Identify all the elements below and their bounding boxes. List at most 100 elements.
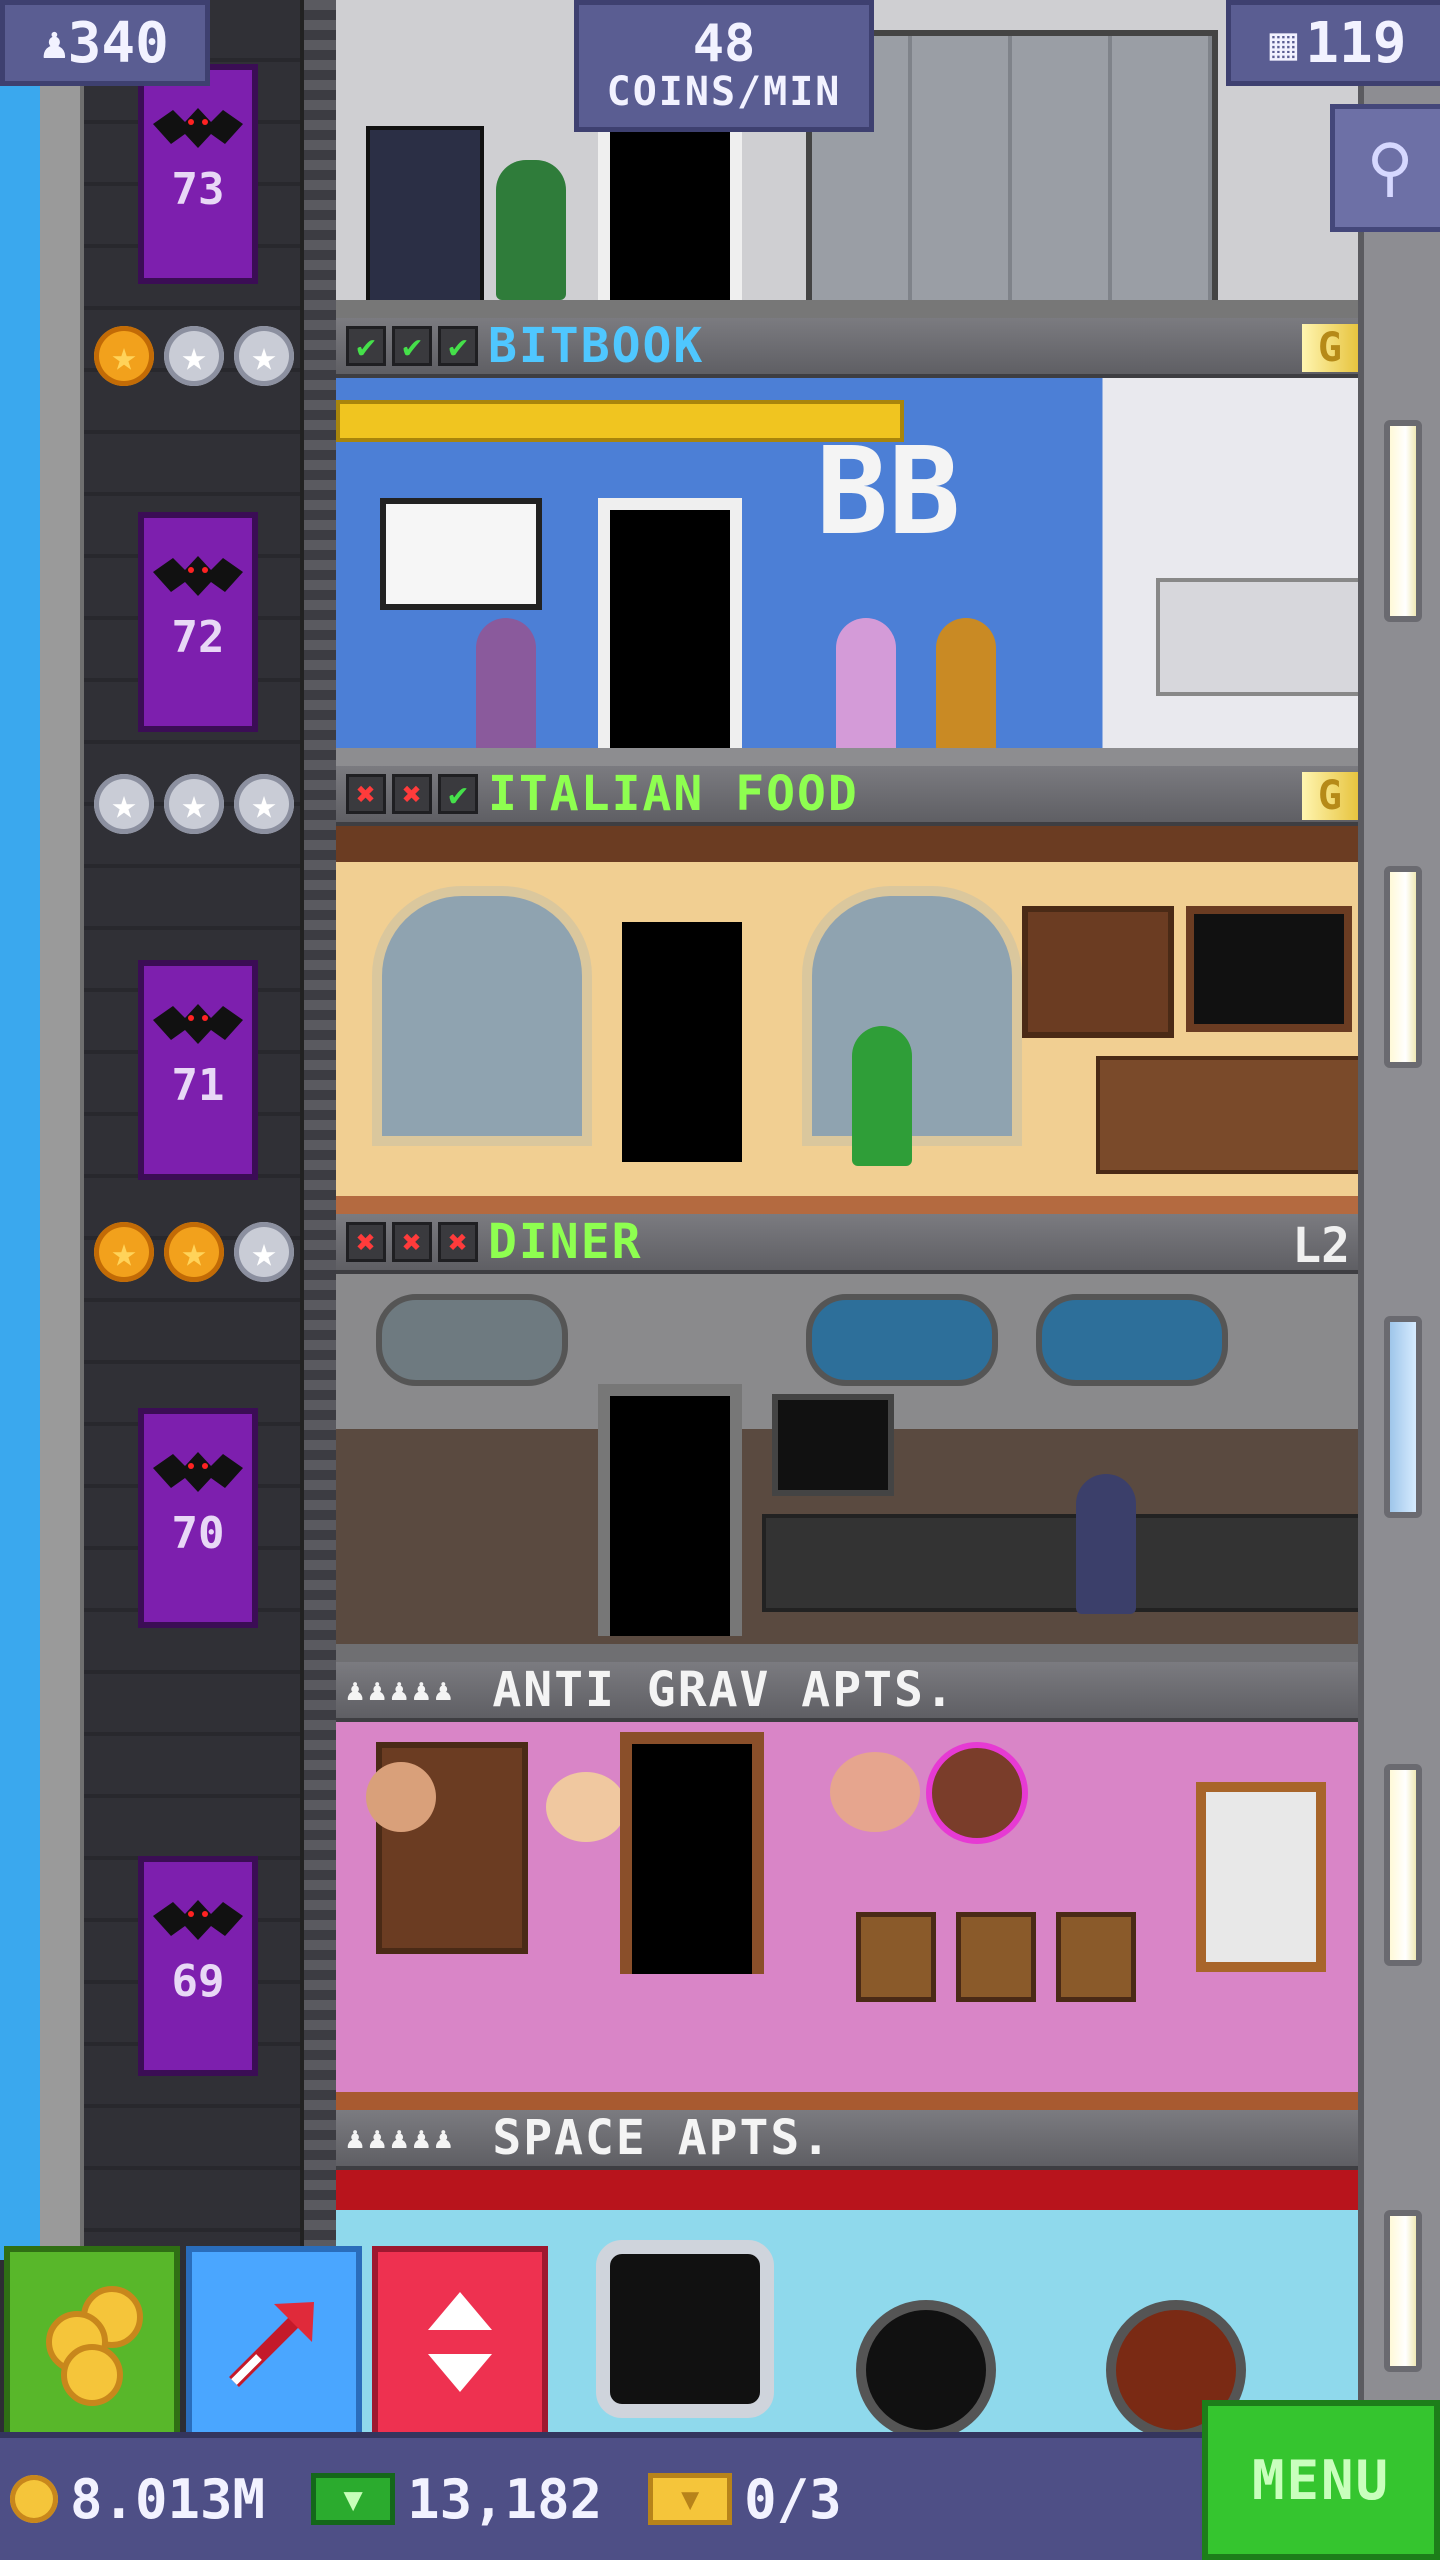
- bat-icon: [153, 556, 243, 596]
- silver-star-icon: ★: [164, 326, 224, 386]
- floating-resident: [926, 1742, 1028, 1844]
- floor-room: [336, 1722, 1358, 2110]
- collect-coins-button[interactable]: [4, 2246, 180, 2438]
- elevator-car[interactable]: 73: [138, 64, 258, 284]
- elevator-floor-number: 73: [171, 163, 225, 215]
- cross-icon: ✖: [392, 1222, 432, 1262]
- wine-rack: [1022, 906, 1174, 1038]
- elevator-rail: [300, 0, 340, 2260]
- bat-icon: [153, 1004, 243, 1044]
- coins-balance[interactable]: 8.013M: [10, 2468, 265, 2531]
- elevator-car[interactable]: 72: [138, 512, 258, 732]
- bat-icon: [153, 108, 243, 148]
- elevator-floor-number: 69: [171, 1955, 225, 2007]
- floating-resident: [546, 1772, 626, 1842]
- floor-requirement-checks: ✖ ✖ ✔: [346, 774, 478, 814]
- resident-icon: ♟: [434, 1672, 457, 1708]
- tower-outer-wall: [40, 0, 84, 2260]
- floor-room: [336, 1274, 1358, 1662]
- gold-star-icon: ★: [94, 1222, 154, 1282]
- elevator-floor-number: 70: [171, 1507, 225, 1559]
- cross-icon: ✖: [346, 1222, 386, 1262]
- resident-icon: ♟: [346, 2120, 369, 2156]
- floor-count-counter[interactable]: ▦ 119: [1226, 0, 1440, 86]
- tickets-value: 0/3: [744, 2467, 842, 2531]
- elevator-car[interactable]: 70: [138, 1408, 258, 1628]
- floor-rating-stars: ★ ★ ★: [94, 1222, 294, 1282]
- floor-badge: G: [1301, 772, 1358, 820]
- grape-vine-trim: [336, 826, 1358, 862]
- resident-icon: ♟: [368, 1672, 391, 1708]
- floor-banner: ♟♟♟♟♟ ANTI GRAV APTS.: [336, 1662, 1358, 1722]
- resident-sprite: [936, 618, 996, 758]
- tickets-balance[interactable]: ▼ 0/3: [648, 2468, 842, 2531]
- elevator-button[interactable]: [372, 2246, 548, 2438]
- picture-frame: [1056, 1912, 1136, 2002]
- population-counter[interactable]: ♟ 340: [0, 0, 210, 86]
- floor-banner: ✖ ✖ ✖ DINER L2: [336, 1214, 1358, 1274]
- floor-door: [598, 1384, 742, 1636]
- cross-icon: ✖: [346, 774, 386, 814]
- resident-icon: ♟: [412, 1672, 435, 1708]
- up-down-arrows-icon: [428, 2292, 492, 2392]
- check-icon: ✔: [438, 774, 478, 814]
- picture-frame: [856, 1912, 936, 2002]
- floor-banner: ♟♟♟♟♟ SPACE APTS.: [336, 2110, 1358, 2170]
- floor-italian-food[interactable]: ✖ ✖ ✔ ITALIAN FOOD G: [336, 766, 1358, 1214]
- ceiling-trim: [336, 2170, 1358, 2210]
- menu-board: [1186, 906, 1352, 1032]
- bux-icon: ▼: [311, 2473, 396, 2525]
- desk: [1156, 578, 1358, 696]
- resident-icon: ♟: [390, 1672, 413, 1708]
- bux-balance[interactable]: ▼ 13,182: [311, 2468, 602, 2531]
- sky-background: [0, 0, 40, 2260]
- elevator-floor-number: 71: [171, 1059, 225, 1111]
- resident-sprite: [476, 618, 536, 758]
- resident-icon: ♟: [390, 2120, 413, 2156]
- space-hatch: [596, 2240, 774, 2418]
- resident-sprite: [1076, 1474, 1136, 1614]
- elevator-car[interactable]: 71: [138, 960, 258, 1180]
- resident-icon: ♟: [434, 2120, 457, 2156]
- elevator-car[interactable]: 69: [138, 1856, 258, 2076]
- floor-banner: ✖ ✖ ✔ ITALIAN FOOD G: [336, 766, 1358, 826]
- floor-diner[interactable]: ✖ ✖ ✖ DINER L2: [336, 1214, 1358, 1662]
- floor-door: [598, 498, 742, 750]
- pick-floor-button[interactable]: [186, 2246, 362, 2438]
- bat-icon: [153, 1900, 243, 1940]
- floor-slab: [336, 1644, 1358, 1662]
- floor-room: [336, 826, 1358, 1214]
- floor-name: ANTI GRAV APTS.: [492, 1662, 956, 1718]
- coin-icon: [10, 2475, 58, 2523]
- residents-icon-row: ♟♟♟♟♟: [346, 2121, 456, 2156]
- vending-machine: [366, 126, 484, 314]
- floor-name: SPACE APTS.: [492, 2110, 833, 2166]
- floor-slab: [336, 1196, 1358, 1214]
- apartment-window: [1196, 1782, 1326, 1972]
- cross-icon: ✖: [392, 774, 432, 814]
- tower-window: [1384, 1316, 1422, 1518]
- floor-rating-stars: ★ ★ ★: [94, 326, 294, 386]
- whiteboard: [380, 498, 542, 610]
- pointer-arrow-icon: [229, 2302, 314, 2387]
- menu-board: [772, 1394, 894, 1496]
- zoom-out-button[interactable]: ⚲: [1330, 104, 1440, 232]
- resident-icon: ♟: [368, 2120, 391, 2156]
- population-icon: ♟: [41, 17, 68, 69]
- check-icon: ✔: [346, 326, 386, 366]
- tower-window: [1384, 1764, 1422, 1966]
- cross-icon: ✖: [438, 1222, 478, 1262]
- coins-stack-icon: [46, 2286, 143, 2406]
- floor-slab: [336, 300, 1358, 318]
- menu-label: MENU: [1251, 2448, 1391, 2512]
- bitbook-logo: BB: [816, 423, 961, 562]
- gold-star-icon: ★: [94, 326, 154, 386]
- floor-bitbook[interactable]: ✔ ✔ ✔ BITBOOK G BB: [336, 318, 1358, 766]
- tower-window: [1384, 2210, 1422, 2372]
- floor-anti-grav-apts[interactable]: ♟♟♟♟♟ ANTI GRAV APTS.: [336, 1662, 1358, 2110]
- resident-icon: ♟: [346, 1672, 369, 1708]
- residents-icon-row: ♟♟♟♟♟: [346, 1673, 456, 1708]
- floor-name: ITALIAN FOOD: [488, 766, 859, 822]
- menu-button[interactable]: MENU: [1202, 2400, 1440, 2560]
- resident-icon: ♟: [412, 2120, 435, 2156]
